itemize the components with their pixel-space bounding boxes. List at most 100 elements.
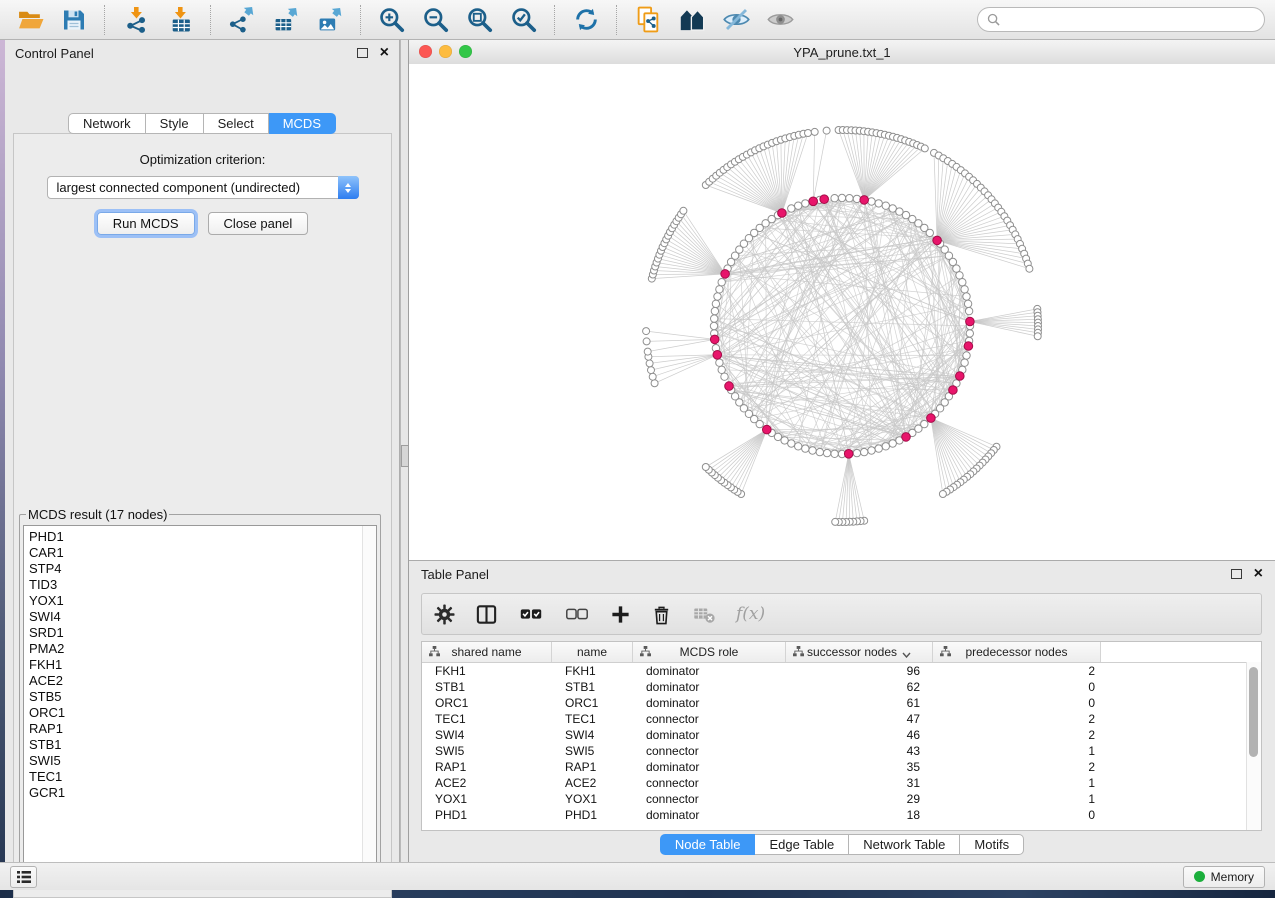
maximize-window-icon[interactable] xyxy=(459,45,472,58)
column-header-successor-nodes[interactable]: successor nodes xyxy=(786,642,933,662)
mcds-result-item[interactable]: TID3 xyxy=(24,577,376,593)
leaf-nodes[interactable] xyxy=(643,127,1042,526)
close-panel-icon[interactable]: × xyxy=(380,46,389,60)
zoom-out-button[interactable] xyxy=(416,4,456,36)
refresh-view-button[interactable] xyxy=(566,4,606,36)
export-image-button[interactable] xyxy=(310,4,350,36)
close-window-icon[interactable] xyxy=(419,45,432,58)
mcds-result-item[interactable]: PHD1 xyxy=(24,529,376,545)
table-row[interactable]: ACE2ACE2connector311 xyxy=(422,775,1261,791)
table-row[interactable]: SWI5SWI5connector431 xyxy=(422,743,1261,759)
float-panel-icon[interactable] xyxy=(357,48,368,58)
mcds-result-item[interactable]: STP4 xyxy=(24,561,376,577)
function-builder-button[interactable]: f(x) xyxy=(736,599,765,629)
table-cell: dominator xyxy=(633,696,786,710)
tab-network-table[interactable]: Network Table xyxy=(849,834,960,855)
table-row[interactable]: FKH1FKH1dominator962 xyxy=(422,663,1261,679)
mcds-result-item[interactable]: STB5 xyxy=(24,689,376,705)
export-table-icon xyxy=(273,6,300,33)
close-panel-button[interactable]: Close panel xyxy=(208,212,309,235)
column-type-icon xyxy=(940,646,951,660)
mcds-result-item[interactable]: SWI4 xyxy=(24,609,376,625)
mcds-result-item[interactable]: PMA2 xyxy=(24,641,376,657)
tab-node-table[interactable]: Node Table xyxy=(660,834,756,855)
table-row[interactable]: TEC1TEC1connector472 xyxy=(422,711,1261,727)
mcds-result-item[interactable]: SRD1 xyxy=(24,625,376,641)
close-table-panel-icon[interactable]: × xyxy=(1254,567,1263,581)
fit-content-button[interactable] xyxy=(460,4,500,36)
search-input[interactable] xyxy=(1006,12,1255,28)
zoom-in-button[interactable] xyxy=(372,4,412,36)
tab-style[interactable]: Style xyxy=(146,113,204,134)
table-options-button[interactable] xyxy=(434,599,455,629)
header-filler xyxy=(1101,642,1261,662)
run-mcds-button[interactable]: Run MCDS xyxy=(97,212,195,235)
tab-select[interactable]: Select xyxy=(204,113,269,134)
trash-icon xyxy=(651,604,672,625)
table-scrollbar[interactable] xyxy=(1246,662,1261,830)
import-network-from-file-button[interactable] xyxy=(116,4,156,36)
mcds-list-scrollbar[interactable] xyxy=(362,526,376,868)
optimization-criterion-select[interactable]: largest connected component (undirected) xyxy=(47,176,359,199)
table-scrollbar-thumb[interactable] xyxy=(1249,667,1258,757)
float-table-panel-icon[interactable] xyxy=(1231,569,1242,579)
mcds-result-item[interactable]: RAP1 xyxy=(24,721,376,737)
show-columns-button[interactable] xyxy=(475,599,498,629)
table-row[interactable]: SWI4SWI4dominator462 xyxy=(422,727,1261,743)
import-table-from-file-button[interactable] xyxy=(160,4,200,36)
select-all-button[interactable] xyxy=(518,599,544,629)
save-session-button[interactable] xyxy=(54,4,94,36)
export-table-button[interactable] xyxy=(266,4,306,36)
zoom-in-icon xyxy=(378,6,406,34)
delete-table-icon xyxy=(692,602,716,626)
memory-button[interactable]: Memory xyxy=(1183,866,1265,888)
mcds-result-item[interactable]: FKH1 xyxy=(24,657,376,673)
right-column: YPA_prune.txt_1 Table Panel × f(x) share… xyxy=(409,40,1275,862)
table-row[interactable]: PHD1PHD1dominator180 xyxy=(422,807,1261,823)
search-icon xyxy=(987,13,1000,26)
column-header-mcds-role[interactable]: MCDS role xyxy=(633,642,786,662)
first-neighbors-button[interactable] xyxy=(672,4,712,36)
tab-network[interactable]: Network xyxy=(68,113,146,134)
delete-columns-button[interactable] xyxy=(651,599,672,629)
delete-table-button[interactable] xyxy=(692,599,716,629)
column-type-icon xyxy=(793,646,804,660)
panel-splitter[interactable] xyxy=(400,40,409,862)
mcds-result-item[interactable]: CAR1 xyxy=(24,545,376,561)
table-cell: 1 xyxy=(933,744,1101,758)
open-session-button[interactable] xyxy=(10,4,50,36)
panel-menu-button[interactable] xyxy=(10,866,37,888)
show-all-button[interactable] xyxy=(760,4,800,36)
mcds-result-item[interactable]: STB1 xyxy=(24,737,376,753)
hide-selected-button[interactable] xyxy=(716,4,756,36)
table-row[interactable]: STB1STB1dominator620 xyxy=(422,679,1261,695)
table-row[interactable]: YOX1YOX1connector291 xyxy=(422,791,1261,807)
fx-icon: f(x) xyxy=(736,604,765,624)
mcds-result-item[interactable]: YOX1 xyxy=(24,593,376,609)
tab-mcds[interactable]: MCDS xyxy=(269,113,336,134)
table-cell: 2 xyxy=(933,728,1101,742)
mcds-result-item[interactable]: GCR1 xyxy=(24,785,376,801)
zoom-selected-region-button[interactable] xyxy=(504,4,544,36)
minimize-window-icon[interactable] xyxy=(439,45,452,58)
mcds-result-item[interactable]: ORC1 xyxy=(24,705,376,721)
column-header-predecessor-nodes[interactable]: predecessor nodes xyxy=(933,642,1101,662)
column-header-name[interactable]: name xyxy=(552,642,633,662)
column-header-shared-name[interactable]: shared name xyxy=(422,642,552,662)
table-row[interactable]: ORC1ORC1dominator610 xyxy=(422,695,1261,711)
table-toolbar: f(x) xyxy=(421,593,1262,635)
table-row[interactable]: RAP1RAP1dominator352 xyxy=(422,759,1261,775)
deselect-all-button[interactable] xyxy=(564,599,590,629)
export-network-button[interactable] xyxy=(222,4,262,36)
table-cell: YOX1 xyxy=(422,792,552,806)
mcds-result-item[interactable]: ACE2 xyxy=(24,673,376,689)
add-column-button[interactable] xyxy=(610,599,631,629)
open-folder-icon xyxy=(17,6,44,33)
tab-edge-table[interactable]: Edge Table xyxy=(755,834,849,855)
new-network-from-selection-button[interactable] xyxy=(628,4,668,36)
network-canvas[interactable] xyxy=(409,64,1275,560)
mcds-result-item[interactable]: TEC1 xyxy=(24,769,376,785)
splitter-grip[interactable] xyxy=(401,445,409,467)
mcds-result-item[interactable]: SWI5 xyxy=(24,753,376,769)
tab-motifs[interactable]: Motifs xyxy=(960,834,1024,855)
